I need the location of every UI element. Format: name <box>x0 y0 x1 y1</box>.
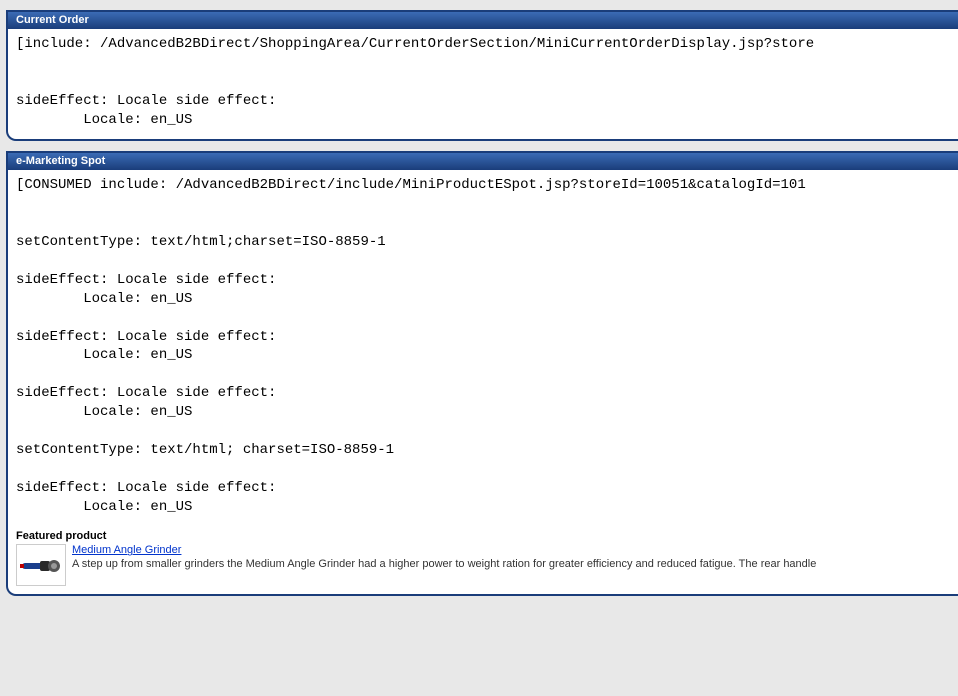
emarketing-spot-panel: e-Marketing Spot [CONSUMED include: /Adv… <box>6 151 958 596</box>
side-effect-line: sideEffect: Locale side effect: <box>16 480 276 496</box>
locale-line: Locale: en_US <box>16 404 192 420</box>
emarketing-spot-header: e-Marketing Spot <box>8 153 958 170</box>
featured-product-section: Featured product Medium Angle Grinder A … <box>8 530 958 594</box>
side-effect-line: sideEffect: Locale side effect: <box>16 329 276 345</box>
set-content-type-line: setContentType: text/html;charset=ISO-88… <box>16 234 386 250</box>
locale-line: Locale: en_US <box>16 347 192 363</box>
featured-product-link[interactable]: Medium Angle Grinder <box>72 544 181 556</box>
angle-grinder-icon <box>20 553 62 577</box>
side-effect-line: sideEffect: Locale side effect: <box>16 272 276 288</box>
featured-product-thumbnail[interactable] <box>16 544 66 586</box>
set-content-type-line: setContentType: text/html; charset=ISO-8… <box>16 442 394 458</box>
side-effect-line: sideEffect: Locale side effect: <box>16 385 276 401</box>
featured-product-heading: Featured product <box>16 530 952 542</box>
current-order-panel: Current Order [include: /AdvancedB2BDire… <box>6 10 958 141</box>
current-order-body: [include: /AdvancedB2BDirect/ShoppingAre… <box>8 29 958 139</box>
featured-product-text: Medium Angle Grinder A step up from smal… <box>72 544 952 572</box>
locale-line: Locale: en_US <box>16 291 192 307</box>
current-order-header: Current Order <box>8 12 958 29</box>
include-path-line: [include: /AdvancedB2BDirect/ShoppingAre… <box>16 36 814 52</box>
locale-line: Locale: en_US <box>16 112 192 128</box>
side-effect-line: sideEffect: Locale side effect: <box>16 93 276 109</box>
emarketing-spot-body: [CONSUMED include: /AdvancedB2BDirect/in… <box>8 170 958 526</box>
locale-line: Locale: en_US <box>16 499 192 515</box>
featured-product-row: Medium Angle Grinder A step up from smal… <box>16 544 952 586</box>
consumed-include-line: [CONSUMED include: /AdvancedB2BDirect/in… <box>16 177 806 193</box>
featured-product-description: A step up from smaller grinders the Medi… <box>72 558 816 570</box>
